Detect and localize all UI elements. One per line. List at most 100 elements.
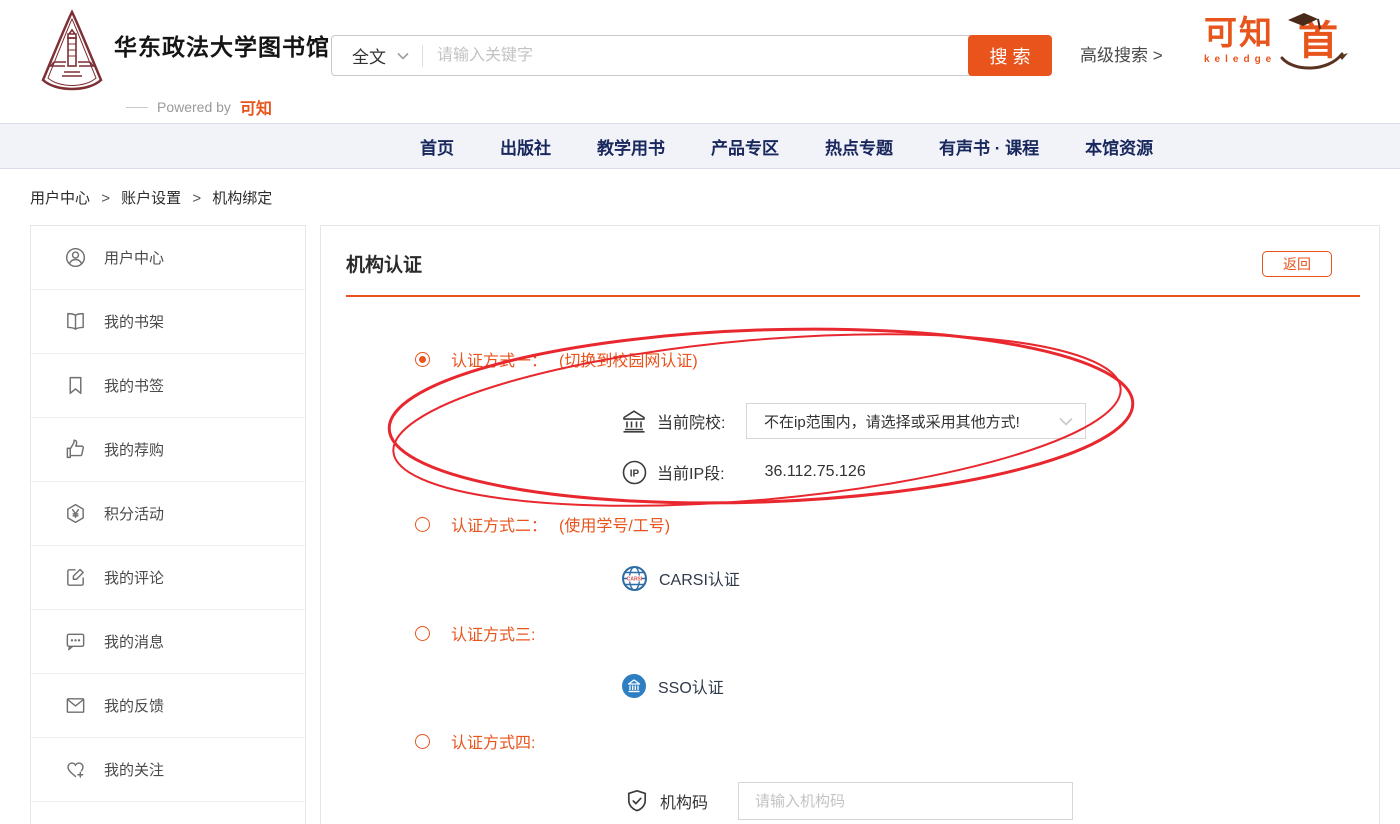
current-ip-label: 当前IP段: — [657, 460, 725, 484]
advanced-search-link[interactable]: 高级搜索 > — [1080, 35, 1163, 76]
title-divider — [346, 295, 1360, 297]
current-ip-value: 36.112.75.126 — [765, 463, 866, 481]
search-input[interactable] — [423, 36, 970, 75]
bookmark-icon — [64, 374, 87, 397]
auth-method-2-row: 认证方式二： (使用学号/工号) — [415, 511, 670, 537]
sidebar-item-label: 我的评论 — [104, 567, 164, 588]
nav-item-hot-topics[interactable]: 热点专题 — [825, 134, 893, 159]
org-code-input[interactable] — [738, 782, 1073, 820]
sidebar-item-label: 积分活动 — [104, 503, 164, 524]
auth-method-1-row: 认证方式一： (切换到校园网认证) — [415, 346, 698, 372]
sidebar-item-my-bookshelf[interactable]: 我的书架 — [31, 290, 305, 354]
nav-item-product-zone[interactable]: 产品专区 — [711, 134, 779, 159]
site-title: 华东政法大学图书馆 — [114, 28, 330, 62]
breadcrumb-separator: > — [101, 190, 110, 207]
nav-item-publishers[interactable]: 出版社 — [500, 134, 551, 159]
page-header: 华东政法大学图书馆 Powered by 可知 全文 搜 索 高级搜索 > 可知… — [0, 0, 1400, 123]
sidebar: 用户中心 我的书架 我的书签 我的荐购 积分活动 我的评论 — [30, 225, 306, 824]
nav-item-textbooks[interactable]: 教学用书 — [597, 134, 665, 159]
envelope-icon — [64, 694, 87, 717]
open-book-icon — [64, 310, 87, 333]
sidebar-item-label: 用户中心 — [104, 247, 164, 268]
powered-by: Powered by 可知 — [126, 95, 272, 119]
carsi-globe-icon: CARSI — [621, 565, 648, 592]
shield-check-icon — [624, 788, 650, 814]
keledge-logo-text: 可知 — [1204, 10, 1276, 56]
message-bubble-icon — [64, 630, 87, 653]
carsi-auth-link[interactable]: CARSI CARSI认证 — [621, 564, 740, 592]
auth-method-1-note[interactable]: (切换到校园网认证) — [559, 347, 698, 371]
school-dropdown-value: 不在ip范围内，请选择或采用其他方式! — [747, 411, 1059, 432]
carsi-auth-label: CARSI认证 — [659, 566, 740, 590]
current-school-label: 当前院校: — [657, 409, 725, 433]
auth-method-3-row: 认证方式三: — [415, 620, 547, 646]
keledge-logo[interactable]: 可知 keledge 首 — [1204, 10, 1380, 88]
sso-auth-link[interactable]: SSO认证 — [621, 673, 724, 699]
nav-item-library-resources[interactable]: 本馆资源 — [1085, 134, 1153, 159]
breadcrumb-separator: > — [192, 190, 201, 207]
nav-item-audiobooks-courses[interactable]: 有声书 · 课程 — [939, 134, 1039, 159]
institution-auth-panel: 机构认证 返回 认证方式一： (切换到校园网认证) 当前院校: 不在ip范围内，… — [320, 225, 1380, 824]
powered-brand: 可知 — [240, 95, 272, 119]
breadcrumb: 用户中心 > 账户设置 > 机构绑定 — [30, 187, 272, 208]
sidebar-item-my-messages[interactable]: 我的消息 — [31, 610, 305, 674]
main-nav: 首页 出版社 教学用书 产品专区 热点专题 有声书 · 课程 本馆资源 — [0, 123, 1400, 169]
user-circle-icon — [64, 246, 87, 269]
keledge-logo-glyph-icon: 首 — [1276, 10, 1354, 76]
sidebar-item-my-bookmarks[interactable]: 我的书签 — [31, 354, 305, 418]
search-scope-value: 全文 — [352, 43, 386, 68]
auth-method-1-radio[interactable] — [415, 352, 430, 367]
sidebar-item-my-follows[interactable]: 我的关注 — [31, 738, 305, 802]
auth-method-1-label: 认证方式一： — [451, 347, 547, 371]
sso-bank-icon — [621, 673, 647, 699]
page-title: 机构认证 — [346, 250, 422, 277]
current-ip-row: IP 当前IP段: 36.112.75.126 — [622, 459, 866, 485]
auth-method-2-label: 认证方式二： — [451, 512, 547, 536]
university-crest-icon — [36, 8, 108, 100]
auth-method-3-radio[interactable] — [415, 626, 430, 641]
school-dropdown[interactable]: 不在ip范围内，请选择或采用其他方式! — [746, 403, 1086, 439]
auth-method-4-label: 认证方式四: — [451, 729, 535, 753]
auth-method-4-radio[interactable] — [415, 734, 430, 749]
bank-icon — [621, 408, 647, 434]
sidebar-item-label: 我的反馈 — [104, 695, 164, 716]
sidebar-item-points-activity[interactable]: 积分活动 — [31, 482, 305, 546]
svg-text:CARSI: CARSI — [627, 576, 643, 582]
sidebar-item-user-center[interactable]: 用户中心 — [31, 226, 305, 290]
sso-auth-label: SSO认证 — [658, 674, 724, 698]
sidebar-item-label: 我的消息 — [104, 631, 164, 652]
powered-prefix: Powered by — [157, 99, 231, 115]
sidebar-item-my-feedback[interactable]: 我的反馈 — [31, 674, 305, 738]
breadcrumb-user-center[interactable]: 用户中心 — [30, 190, 90, 207]
sidebar-item-label: 我的荐购 — [104, 439, 164, 460]
sidebar-item-label: 我的关注 — [104, 759, 164, 780]
edit-square-icon — [64, 566, 87, 589]
auth-method-4-row: 认证方式四: — [415, 728, 547, 754]
search-box: 全文 — [331, 35, 971, 76]
org-code-row: 机构码 — [624, 788, 708, 814]
back-button[interactable]: 返回 — [1262, 251, 1332, 277]
breadcrumb-org-binding[interactable]: 机构绑定 — [212, 190, 272, 207]
search-scope-select[interactable]: 全文 — [332, 36, 422, 75]
current-school-row: 当前院校: — [621, 408, 725, 434]
chevron-down-icon — [1059, 417, 1073, 426]
auth-method-2-note: (使用学号/工号) — [559, 512, 670, 536]
heart-plus-icon — [64, 758, 87, 781]
search-bar: 全文 搜 索 — [331, 35, 1052, 76]
yuan-coin-icon — [64, 502, 87, 525]
keledge-logo-subtext: keledge — [1204, 54, 1276, 65]
sidebar-item-my-comments[interactable]: 我的评论 — [31, 546, 305, 610]
thumbs-up-icon — [64, 438, 87, 461]
svg-text:IP: IP — [630, 468, 640, 479]
auth-method-2-radio[interactable] — [415, 517, 430, 532]
auth-method-3-label: 认证方式三: — [451, 621, 535, 645]
search-button[interactable]: 搜 索 — [968, 35, 1052, 76]
nav-item-home[interactable]: 首页 — [420, 134, 454, 159]
chevron-down-icon — [397, 52, 409, 60]
breadcrumb-account-settings[interactable]: 账户设置 — [121, 190, 181, 207]
sidebar-item-label: 我的书架 — [104, 311, 164, 332]
org-code-label: 机构码 — [660, 789, 708, 813]
sidebar-item-label: 我的书签 — [104, 375, 164, 396]
sidebar-item-my-recommendations[interactable]: 我的荐购 — [31, 418, 305, 482]
powered-dash — [126, 107, 148, 108]
